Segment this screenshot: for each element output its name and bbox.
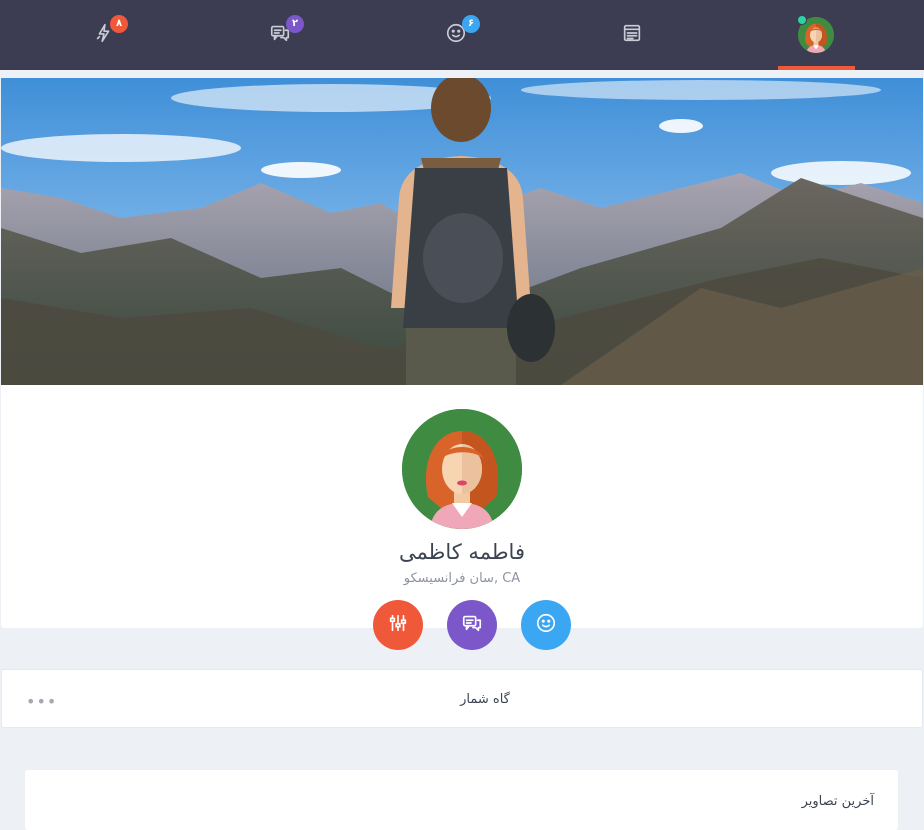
top-navigation-bar: ۸ ۲ ۶ xyxy=(0,0,924,70)
chat-icon xyxy=(461,612,483,638)
message-badge: ۲ xyxy=(286,15,304,33)
message-button[interactable] xyxy=(447,600,497,650)
smiley-icon xyxy=(535,612,557,638)
nav-messages[interactable]: ۲ xyxy=(240,0,320,70)
add-friend-button[interactable] xyxy=(521,600,571,650)
timeline-title: گاه شمار xyxy=(460,692,510,707)
timeline-card: گاه شمار ••• xyxy=(1,669,923,728)
online-status-dot xyxy=(797,15,807,25)
active-tab-indicator xyxy=(778,66,855,70)
nav-notifications[interactable]: ۸ xyxy=(64,0,144,70)
nav-friends[interactable]: ۶ xyxy=(416,0,496,70)
settings-button[interactable] xyxy=(373,600,423,650)
notification-badge: ۸ xyxy=(110,15,128,33)
friends-badge: ۶ xyxy=(462,15,480,33)
profile-card: فاطمه کاظمی سان فرانسیسکو, CA xyxy=(1,78,923,628)
profile-name: فاطمه کاظمی xyxy=(399,540,525,564)
profile-location: سان فرانسیسکو, CA xyxy=(403,571,521,586)
cover-image xyxy=(1,78,923,385)
settings-sliders-icon xyxy=(387,612,409,638)
more-options-icon[interactable]: ••• xyxy=(26,692,57,711)
list-icon xyxy=(621,22,643,48)
nav-profile[interactable] xyxy=(776,0,856,70)
recent-photos-title: آخرین تصاویر xyxy=(801,794,874,809)
profile-avatar[interactable] xyxy=(402,409,522,529)
nav-feed[interactable] xyxy=(592,0,672,70)
recent-photos-card: آخرین تصاویر xyxy=(25,770,898,830)
